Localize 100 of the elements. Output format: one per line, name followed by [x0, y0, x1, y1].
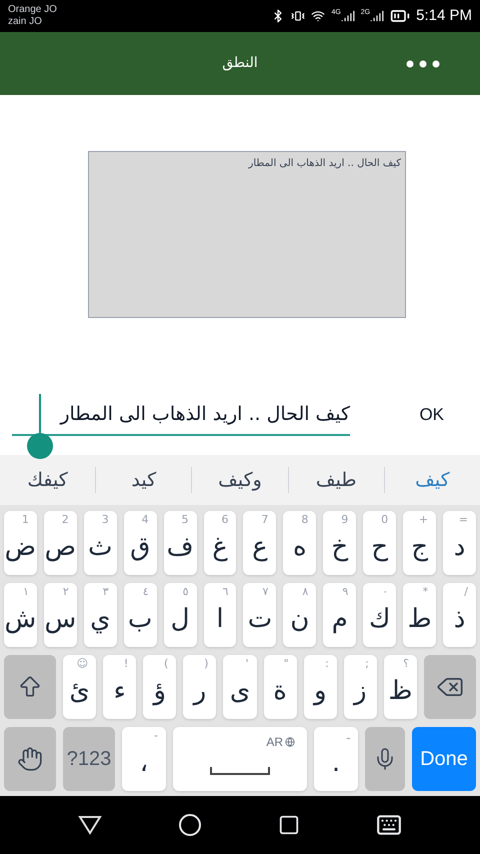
key-label: ع	[252, 530, 268, 564]
recents-icon[interactable]	[278, 814, 300, 836]
key-label: ش	[4, 602, 36, 636]
language-label: AR	[266, 734, 283, 751]
signal-icon	[340, 9, 355, 23]
signal-icon	[370, 9, 384, 23]
key-label: ن	[290, 602, 310, 636]
app-title: النطق	[222, 54, 258, 73]
done-key[interactable]: Done	[412, 727, 476, 791]
letter-key[interactable]: ' ى	[223, 655, 257, 719]
suggestion[interactable]: وكيف	[192, 466, 288, 494]
key-label: ل	[170, 602, 190, 636]
suggestion[interactable]: كيد	[96, 466, 192, 494]
key-hint: ـ	[346, 729, 350, 743]
key-label: ض	[4, 530, 36, 564]
letter-key[interactable]: ٢ س	[44, 583, 77, 647]
key-label: ة	[273, 674, 287, 708]
key-hint: 6	[221, 513, 228, 527]
letter-key[interactable]: ☺ ئ	[63, 655, 96, 719]
key-label: ط	[408, 602, 432, 636]
home-icon[interactable]	[178, 813, 202, 837]
mic-key[interactable]	[365, 727, 405, 791]
letter-key[interactable]: ! ء	[103, 655, 136, 719]
key-hint: !	[124, 657, 128, 671]
letter-key[interactable]: ؟ ظ	[384, 655, 417, 719]
letter-key[interactable]: * ط	[403, 583, 436, 647]
symbols-key[interactable]: ?123	[63, 727, 115, 791]
letter-key[interactable]: ; ز	[344, 655, 377, 719]
key-hint: ٤	[142, 585, 149, 599]
key-label: ،	[140, 746, 148, 780]
letter-key[interactable]: ١ ش	[4, 583, 37, 647]
letter-key[interactable]: ٣ ي	[84, 583, 117, 647]
key-label: ق	[130, 530, 150, 564]
key-hint: 4	[142, 513, 149, 527]
space-icon	[210, 767, 270, 775]
letter-key[interactable]: + ج	[403, 511, 436, 575]
letter-key[interactable]: ( ؤ	[143, 655, 176, 719]
key-hint: =	[458, 513, 468, 527]
key-hint: '	[246, 657, 249, 671]
letter-key[interactable]: ٨ ن	[283, 583, 316, 647]
handwriting-key[interactable]	[4, 727, 56, 791]
backspace-key[interactable]	[424, 655, 476, 719]
key-label: ح	[371, 530, 388, 564]
key-hint: +	[418, 513, 428, 527]
letter-key[interactable]: ٧ ت	[243, 583, 276, 647]
suggestion[interactable]: طيف	[288, 466, 384, 494]
key-hint: (	[164, 657, 168, 671]
display-text: كيف الحال .. اريد الذهاب الى المطار	[248, 157, 401, 171]
key-hint: 5	[182, 513, 189, 527]
suggestion[interactable]: كيف	[384, 466, 480, 494]
key-label: د	[454, 530, 466, 564]
key-hint: ؟	[403, 657, 409, 671]
key-label: ى	[230, 674, 250, 708]
space-key[interactable]: AR	[173, 727, 307, 791]
key-label: ا	[216, 602, 224, 636]
key-hint: ٩	[342, 585, 348, 599]
wifi-icon	[311, 9, 326, 23]
key-hint: ٦	[222, 585, 228, 599]
key-hint: ٢	[62, 585, 69, 599]
key-hint: 0	[381, 513, 388, 527]
key-hint: 2	[62, 513, 69, 527]
key-hint: 9	[341, 513, 348, 527]
shift-key[interactable]	[4, 655, 56, 719]
letter-key[interactable]: ٦ ا	[204, 583, 236, 647]
key-hint: /	[464, 585, 468, 599]
letter-key[interactable]: ٠ ك	[363, 583, 396, 647]
key-hint: ☺	[76, 657, 88, 671]
key-hint: 3	[102, 513, 109, 527]
letter-key[interactable]: / ذ	[443, 583, 476, 647]
letter-key[interactable]: ٩ م	[323, 583, 356, 647]
letter-key[interactable]: = د	[443, 511, 476, 575]
key-label: ئ	[69, 674, 90, 708]
letter-key[interactable]: ٤ ب	[124, 583, 157, 647]
vibrate-icon	[291, 9, 306, 23]
key-hint: )	[204, 657, 208, 671]
ok-button[interactable]: OK	[419, 402, 444, 428]
suggestion[interactable]: كيفك	[0, 466, 96, 494]
globe-icon	[285, 737, 295, 747]
key-hint: 1	[22, 513, 29, 527]
key-label: ذ	[454, 602, 466, 636]
key-label: ك	[368, 602, 390, 636]
letter-key[interactable]: : و	[304, 655, 337, 719]
key-label: س	[44, 602, 76, 636]
cursor-handle-icon[interactable]	[26, 394, 54, 460]
key-hint: ٨	[302, 585, 308, 599]
back-icon[interactable]	[78, 815, 102, 835]
key-hint: ٧	[262, 585, 268, 599]
letter-key[interactable]: " ة	[264, 655, 297, 719]
clock: 5:14 PM	[416, 6, 472, 26]
input-field[interactable]: كيف الحال .. اريد الذهاب الى المطار	[12, 394, 350, 436]
letter-key[interactable]: ـ .	[314, 727, 358, 791]
letter-key[interactable]: ٥ ل	[164, 583, 197, 647]
key-label: ف	[166, 530, 194, 564]
key-label: ب	[128, 602, 152, 636]
letter-key[interactable]: ) ر	[183, 655, 216, 719]
carrier-name: zain JO	[8, 16, 43, 28]
letter-key[interactable]: - ،	[122, 727, 166, 791]
key-label: و	[314, 674, 326, 708]
key-hint: ٠	[382, 585, 388, 599]
more-icon[interactable]	[406, 60, 440, 68]
